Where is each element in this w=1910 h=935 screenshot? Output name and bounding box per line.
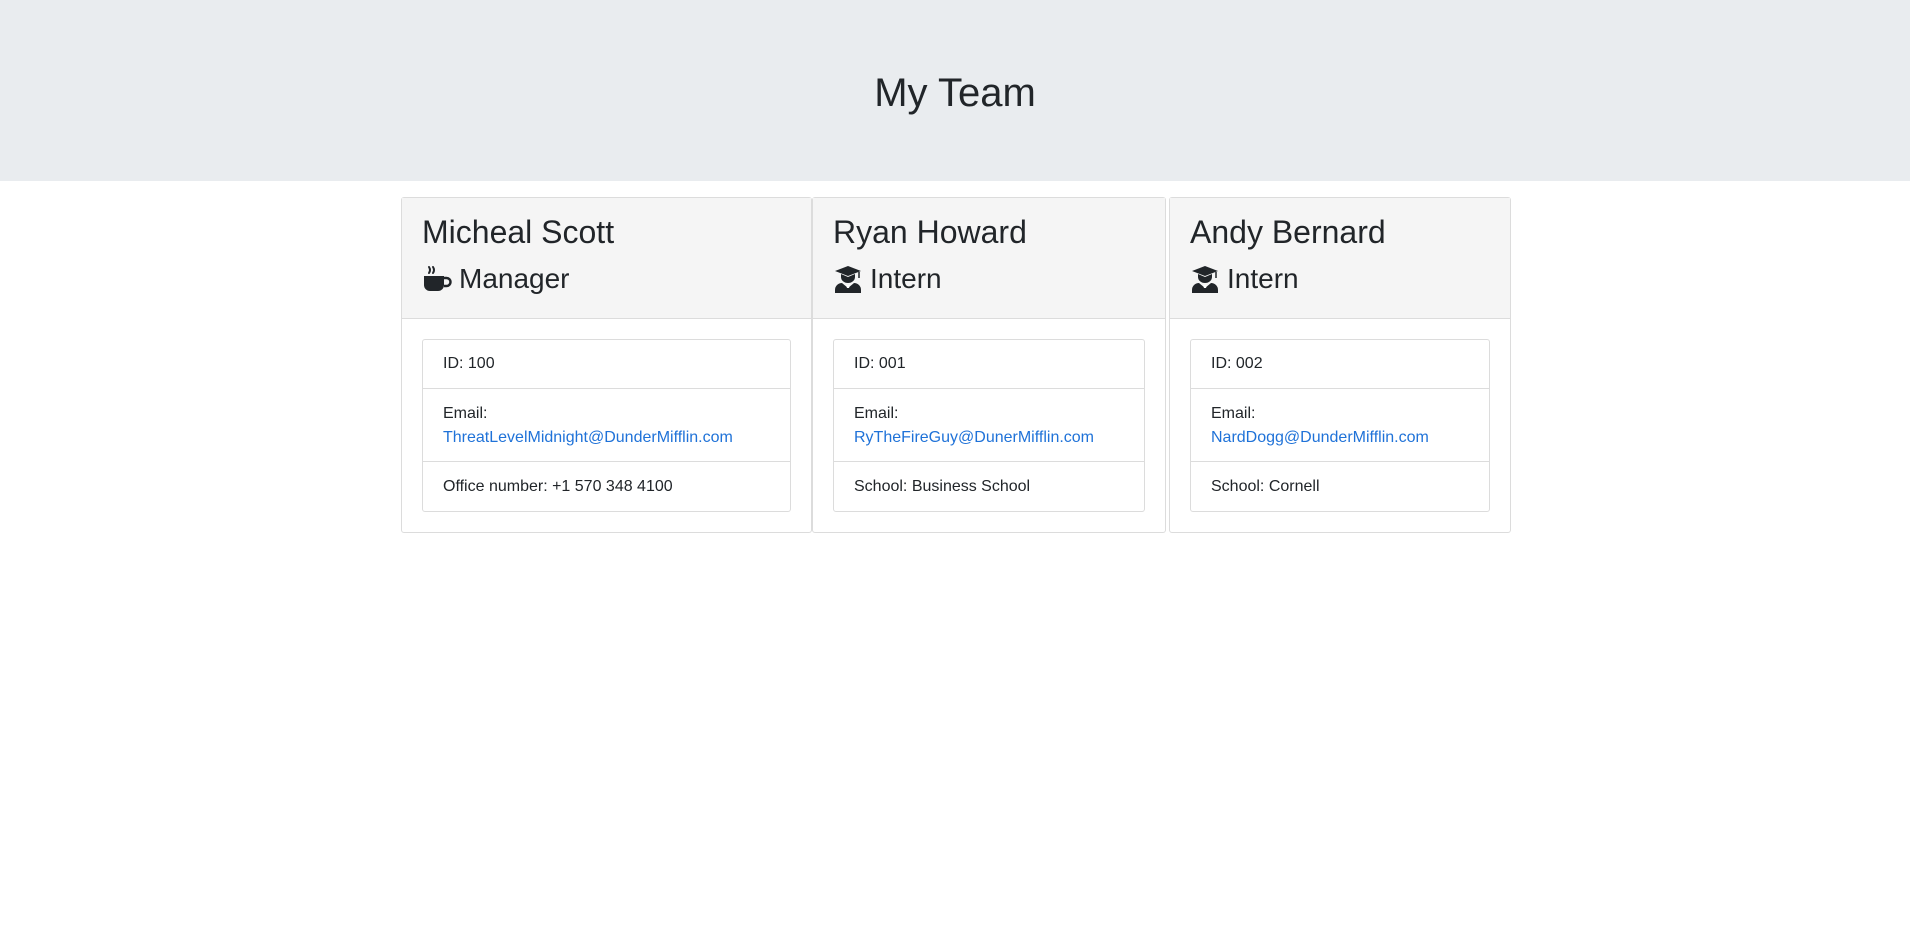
card-header: Andy Bernard Intern xyxy=(1170,198,1510,319)
email-label: Email: xyxy=(443,405,488,422)
school-item: School: Business School xyxy=(854,477,1031,495)
role-label: Intern xyxy=(870,263,942,294)
email-item: Email: ThreatLevelMidnight@DunderMifflin… xyxy=(423,389,790,462)
card-header: Ryan Howard Intern xyxy=(813,198,1165,319)
id-item: ID: 100 xyxy=(423,340,790,389)
employee-role: Manager xyxy=(422,262,791,296)
jumbotron-header: My Team xyxy=(0,0,1910,181)
details-list: ID: 002 Email: NardDogg@DunderMifflin.co… xyxy=(1190,339,1490,512)
employee-role: Intern xyxy=(833,262,1145,296)
email-link[interactable]: RyTheFireGuy@DunerMifflin.com xyxy=(854,426,1124,450)
email-link[interactable]: NardDogg@DunderMifflin.com xyxy=(1211,426,1469,450)
employee-card-intern: Andy Bernard Intern ID: 002 Email: NardD… xyxy=(1169,197,1511,533)
email-item: Email: NardDogg@DunderMifflin.com xyxy=(1191,389,1489,462)
details-list: ID: 100 Email: ThreatLevelMidnight@Dunde… xyxy=(422,339,791,512)
employee-name: Andy Bernard xyxy=(1190,214,1386,250)
id-item: ID: 001 xyxy=(834,340,1144,389)
employee-card-manager: Micheal Scott Manager ID: 100 Email: Thr… xyxy=(401,197,812,533)
card-header: Micheal Scott Manager xyxy=(402,198,811,319)
role-label: Intern xyxy=(1227,263,1299,294)
employee-role: Intern xyxy=(1190,262,1490,296)
page-title: My Team xyxy=(874,70,1036,115)
email-label: Email: xyxy=(854,405,899,422)
employee-name: Ryan Howard xyxy=(833,214,1027,250)
email-label: Email: xyxy=(1211,405,1256,422)
employee-card-intern: Ryan Howard Intern ID: 001 Email: RyTheF… xyxy=(812,197,1166,533)
office-number-item: Office number: +1 570 348 4100 xyxy=(443,477,673,495)
team-cards-row: Micheal Scott Manager ID: 100 Email: Thr… xyxy=(0,197,1910,533)
role-label: Manager xyxy=(459,263,570,294)
coffee-mug-icon xyxy=(422,264,452,294)
card-body: ID: 001 Email: RyTheFireGuy@DunerMifflin… xyxy=(813,319,1165,512)
details-list: ID: 001 Email: RyTheFireGuy@DunerMifflin… xyxy=(833,339,1145,512)
employee-name: Micheal Scott xyxy=(422,214,615,250)
graduate-icon xyxy=(1190,264,1220,294)
graduate-icon xyxy=(833,264,863,294)
email-item: Email: RyTheFireGuy@DunerMifflin.com xyxy=(834,389,1144,462)
school-item: School: Cornell xyxy=(1211,477,1320,495)
email-link[interactable]: ThreatLevelMidnight@DunderMifflin.com xyxy=(443,426,770,450)
card-body: ID: 002 Email: NardDogg@DunderMifflin.co… xyxy=(1170,319,1510,512)
card-body: ID: 100 Email: ThreatLevelMidnight@Dunde… xyxy=(402,319,811,512)
id-item: ID: 002 xyxy=(1191,340,1489,389)
